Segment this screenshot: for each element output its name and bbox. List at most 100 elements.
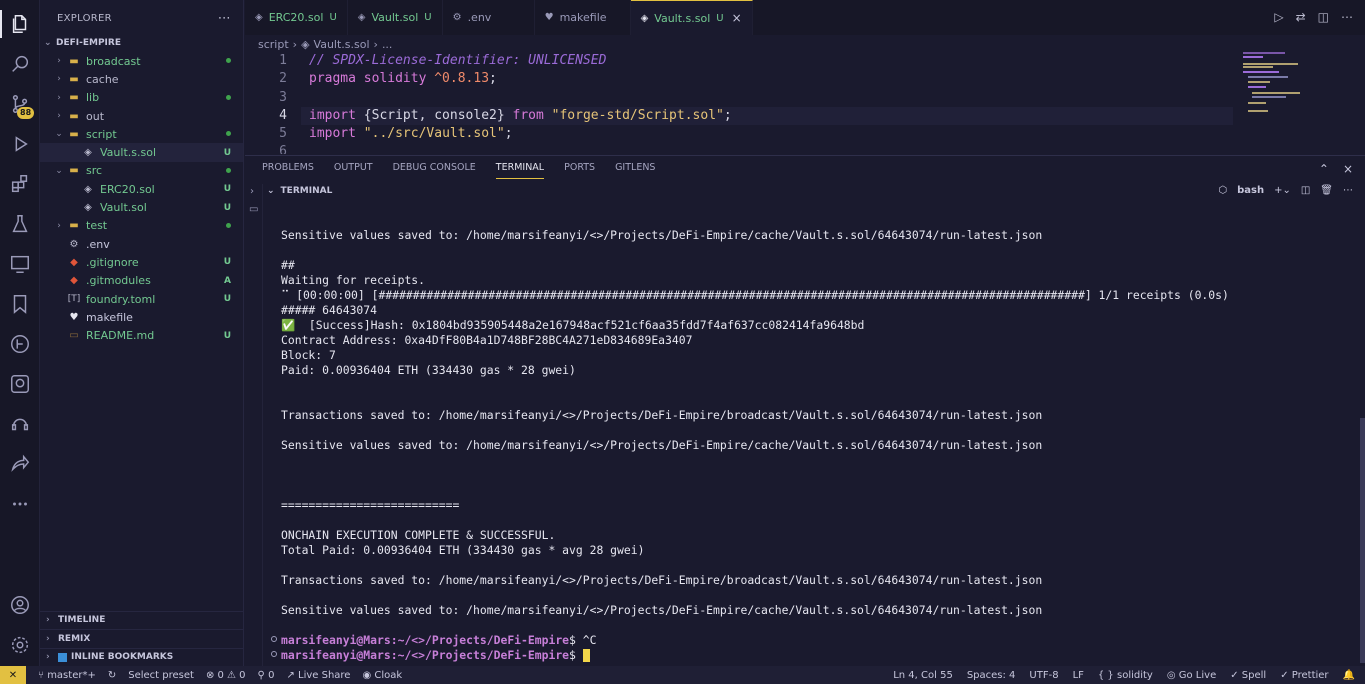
github-icon[interactable] [0, 364, 40, 404]
status-live-share[interactable]: ↗ Live Share [286, 670, 350, 681]
chevron-right-icon: › [373, 37, 378, 51]
tree-item[interactable]: › ▬ test [40, 217, 243, 235]
trash-icon[interactable]: 🗑 [1320, 185, 1333, 196]
tree-item[interactable]: › ▬ lib [40, 89, 243, 107]
account-icon[interactable] [0, 585, 40, 625]
split-editor-icon[interactable]: ◫ [1318, 10, 1329, 24]
testing-icon[interactable] [0, 204, 40, 244]
terminal-shell-label[interactable]: bash [1237, 185, 1264, 196]
git-graph-icon[interactable] [0, 324, 40, 364]
tab-vault-script[interactable]: ◈ Vault.s.sol U × [630, 0, 753, 35]
maximize-panel-icon[interactable]: ⌃ [1319, 162, 1329, 176]
tree-item[interactable]: [T] foundry.toml U [40, 290, 243, 308]
tree-item[interactable]: ▭ README.md U [40, 326, 243, 344]
chevron-right-icon: › [46, 633, 50, 644]
line-number: 5 [279, 126, 287, 141]
sync-icon[interactable]: ↻ [108, 670, 116, 681]
workspace-root[interactable]: ⌄ DEFI-EMPIRE [40, 34, 243, 52]
split-terminal-icon[interactable]: ◫ [1301, 185, 1310, 196]
tree-item[interactable]: › ▬ out [40, 107, 243, 125]
more-actions-icon[interactable]: ⋯ [1341, 10, 1353, 24]
tree-item-status: A [224, 275, 231, 286]
tree-item[interactable]: ⚙ .env [40, 235, 243, 253]
tab-makefile[interactable]: ♥ makefile [535, 0, 631, 35]
run-icon[interactable]: ▷ [1274, 10, 1283, 24]
command-decoration-icon[interactable] [271, 636, 277, 642]
status-encoding[interactable]: UTF-8 [1029, 670, 1058, 681]
code-editor[interactable]: 1 2 3 4 5 6 // SPDX-License-Identifier: … [245, 52, 1365, 154]
more-terminal-actions-icon[interactable]: ⋯ [1343, 185, 1353, 196]
section-remix[interactable]: › REMIX [40, 629, 244, 648]
section-inline-bookmarks[interactable]: › INLINE BOOKMARKS [40, 647, 244, 667]
tree-item[interactable]: ⌄ ▬ script [40, 125, 243, 143]
explorer-icon[interactable] [0, 4, 40, 44]
terminal-line: ✅ [Success]Hash: 0x1804bd935905448a2e167… [281, 318, 865, 332]
settings-gear-icon[interactable] [0, 625, 40, 665]
tab-output[interactable]: OUTPUT [334, 162, 373, 179]
status-language[interactable]: { } solidity [1098, 670, 1153, 681]
tree-item[interactable]: ◆ .gitignore U [40, 253, 243, 271]
terminal-header[interactable]: ⌄ TERMINAL [267, 186, 332, 196]
tree-item-status: U [223, 147, 231, 158]
terminal-line: ## [281, 258, 295, 272]
status-spell[interactable]: ✓ Spell [1230, 670, 1266, 681]
line-number: 4 [279, 108, 287, 123]
status-problems[interactable]: ⊗ 0 ⚠ 0 [206, 670, 246, 681]
tab-vault[interactable]: ◈ Vault.sol U [348, 0, 443, 35]
remote-explorer-icon[interactable] [0, 244, 40, 284]
tree-item[interactable]: ◈ Vault.sol U [40, 198, 243, 216]
remix-icon[interactable] [0, 404, 40, 444]
more-icon[interactable] [0, 484, 40, 524]
tree-item[interactable]: › ▬ cache [40, 70, 243, 88]
chevron-right-icon[interactable]: › [250, 186, 254, 197]
breadcrumb-folder[interactable]: script [258, 38, 289, 51]
breadcrumb-file[interactable]: Vault.s.sol [314, 38, 370, 51]
status-preset[interactable]: Select preset [128, 670, 194, 681]
tree-item[interactable]: ◈ ERC20.sol U [40, 180, 243, 198]
folder-icon: ▬ [69, 110, 79, 122]
minimap[interactable] [1240, 52, 1350, 120]
terminal-line: Transactions saved to: /home/marsifeanyi… [281, 573, 1043, 587]
new-terminal-icon[interactable]: +⌄ [1274, 185, 1291, 196]
tree-item[interactable]: ♥ makefile [40, 308, 243, 326]
command-decoration-icon[interactable] [271, 651, 277, 657]
tab-problems[interactable]: PROBLEMS [262, 162, 314, 179]
tab-ports[interactable]: PORTS [564, 162, 595, 179]
tab-gitlens[interactable]: GITLENS [615, 162, 655, 179]
terminal-scrollbar[interactable] [1360, 418, 1365, 663]
bell-icon[interactable]: 🔔 [1343, 670, 1355, 681]
tree-item[interactable]: ◆ .gitmodules A [40, 272, 243, 290]
status-branch[interactable]: ⑂ master*+ [38, 670, 96, 681]
status-cloak[interactable]: ◉ Cloak [362, 670, 402, 681]
tab-env[interactable]: ⚙ .env [443, 0, 535, 35]
tab-terminal[interactable]: TERMINAL [495, 162, 545, 179]
live-share-icon[interactable] [0, 444, 40, 484]
status-golive[interactable]: ◎ Go Live [1167, 670, 1216, 681]
close-panel-icon[interactable]: × [1343, 162, 1353, 176]
tree-item-label: Vault.s.sol [100, 146, 156, 160]
comment-icon[interactable]: ▭ [249, 204, 258, 215]
extensions-icon[interactable] [0, 164, 40, 204]
breadcrumb-more[interactable]: ... [382, 38, 393, 51]
status-position[interactable]: Ln 4, Col 55 [893, 670, 953, 681]
status-eol[interactable]: LF [1073, 670, 1084, 681]
bookmarks-icon[interactable] [0, 284, 40, 324]
close-icon[interactable]: × [732, 11, 742, 25]
tree-item[interactable]: ⌄ ▬ src [40, 162, 243, 180]
search-icon[interactable] [0, 44, 40, 84]
tab-erc20[interactable]: ◈ ERC20.sol U [245, 0, 348, 35]
run-debug-icon[interactable] [0, 124, 40, 164]
status-spaces[interactable]: Spaces: 4 [967, 670, 1016, 681]
terminal-output[interactable]: Sensitive values saved to: /home/marsife… [281, 228, 1361, 618]
section-timeline[interactable]: › TIMELINE [40, 610, 244, 630]
compare-icon[interactable]: ⇄ [1296, 10, 1306, 24]
tree-item-label: foundry.toml [86, 292, 156, 306]
status-prettier[interactable]: ✓ Prettier [1280, 670, 1328, 681]
remote-indicator-icon[interactable]: ✕ [0, 666, 26, 684]
tree-item[interactable]: ◈ Vault.s.sol U [40, 143, 243, 162]
status-ports[interactable]: ⚲ 0 [258, 670, 275, 681]
tab-debug-console[interactable]: DEBUG CONSOLE [393, 162, 476, 179]
tree-item[interactable]: › ▬ broadcast [40, 52, 243, 70]
explorer-more-icon[interactable]: ⋯ [218, 11, 231, 26]
